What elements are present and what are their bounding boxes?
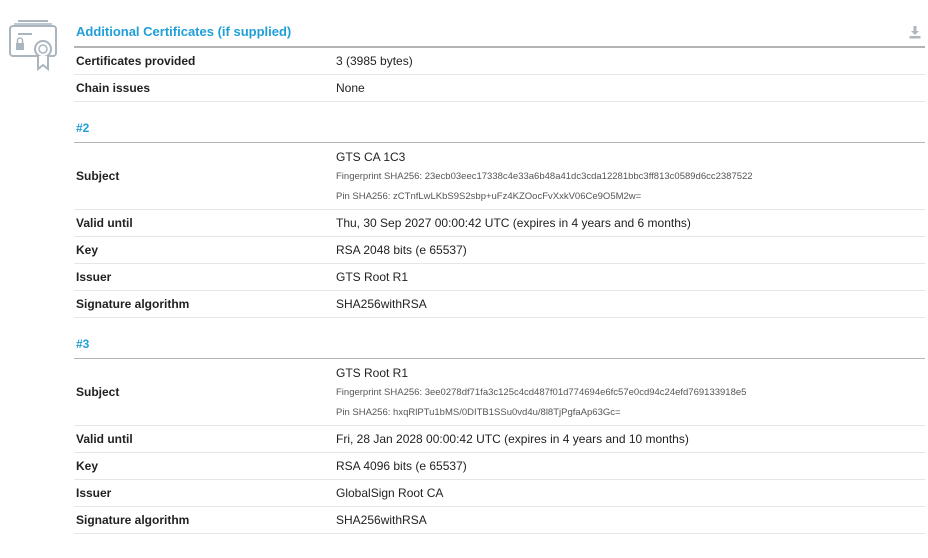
row-value: SHA256withRSA: [336, 513, 427, 527]
row-label: Issuer: [76, 486, 112, 500]
row-label: Valid until: [76, 216, 133, 230]
row-label: Valid until: [76, 432, 133, 446]
additional-certificates-section: Additional Certificates (if supplied) Ce…: [74, 18, 925, 534]
row-label: Signature algorithm: [76, 513, 190, 527]
valid-until-row: Valid until Fri, 28 Jan 2028 00:00:42 UT…: [74, 426, 925, 453]
row-value: None: [336, 81, 365, 95]
key-row: Key RSA 4096 bits (e 65537): [74, 453, 925, 480]
row-label: Chain issues: [76, 81, 151, 95]
section-header: Additional Certificates (if supplied): [74, 18, 925, 48]
download-icon[interactable]: [909, 25, 921, 39]
pin-sha256: Pin SHA256: zCTnfLwLKbS9S2sbp+uFz4KZOocF…: [336, 191, 642, 202]
chain-issues-row: Chain issues None: [74, 75, 925, 102]
subject-value: GTS Root R1 Fingerprint SHA256: 3ee0278d…: [336, 359, 925, 425]
row-value: 3 (3985 bytes): [336, 54, 413, 68]
subject-row: Subject GTS Root R1 Fingerprint SHA256: …: [74, 359, 925, 426]
row-value: Fri, 28 Jan 2028 00:00:42 UTC (expires i…: [336, 432, 689, 446]
row-label: Certificates provided: [76, 54, 196, 68]
row-label: Subject: [76, 385, 120, 399]
row-value: SHA256withRSA: [336, 297, 427, 311]
row-label: Key: [76, 243, 99, 257]
fingerprint-sha256: Fingerprint SHA256: 3ee0278df71fa3c125c4…: [336, 387, 747, 398]
subject-row: Subject GTS CA 1C3 Fingerprint SHA256: 2…: [74, 143, 925, 210]
signature-algorithm-row: Signature algorithm SHA256withRSA: [74, 507, 925, 534]
certificate-heading: #3: [74, 331, 925, 359]
certificates-provided-row: Certificates provided 3 (3985 bytes): [74, 48, 925, 75]
certificate-icon: [9, 20, 57, 72]
pin-sha256: Pin SHA256: hxqRlPTu1bMS/0DITB1SSu0vd4u/…: [336, 407, 621, 418]
subject-name: GTS CA 1C3: [336, 150, 406, 164]
valid-until-row: Valid until Thu, 30 Sep 2027 00:00:42 UT…: [74, 210, 925, 237]
row-value: GlobalSign Root CA: [336, 486, 444, 500]
key-row: Key RSA 2048 bits (e 65537): [74, 237, 925, 264]
issuer-row: Issuer GTS Root R1: [74, 264, 925, 291]
issuer-row: Issuer GlobalSign Root CA: [74, 480, 925, 507]
row-label: Subject: [76, 169, 120, 183]
subject-value: GTS CA 1C3 Fingerprint SHA256: 23ecb03ee…: [336, 143, 925, 209]
row-label: Issuer: [76, 270, 112, 284]
certificate-heading: #2: [74, 115, 925, 143]
row-value: GTS Root R1: [336, 270, 409, 284]
row-value: RSA 4096 bits (e 65537): [336, 459, 467, 473]
row-label: Key: [76, 459, 99, 473]
section-title: Additional Certificates (if supplied): [76, 24, 292, 39]
row-value: RSA 2048 bits (e 65537): [336, 243, 467, 257]
subject-name: GTS Root R1: [336, 366, 409, 380]
row-label: Signature algorithm: [76, 297, 190, 311]
signature-algorithm-row: Signature algorithm SHA256withRSA: [74, 291, 925, 318]
fingerprint-sha256: Fingerprint SHA256: 23ecb03eec17338c4e33…: [336, 171, 753, 182]
row-value: Thu, 30 Sep 2027 00:00:42 UTC (expires i…: [336, 216, 691, 230]
